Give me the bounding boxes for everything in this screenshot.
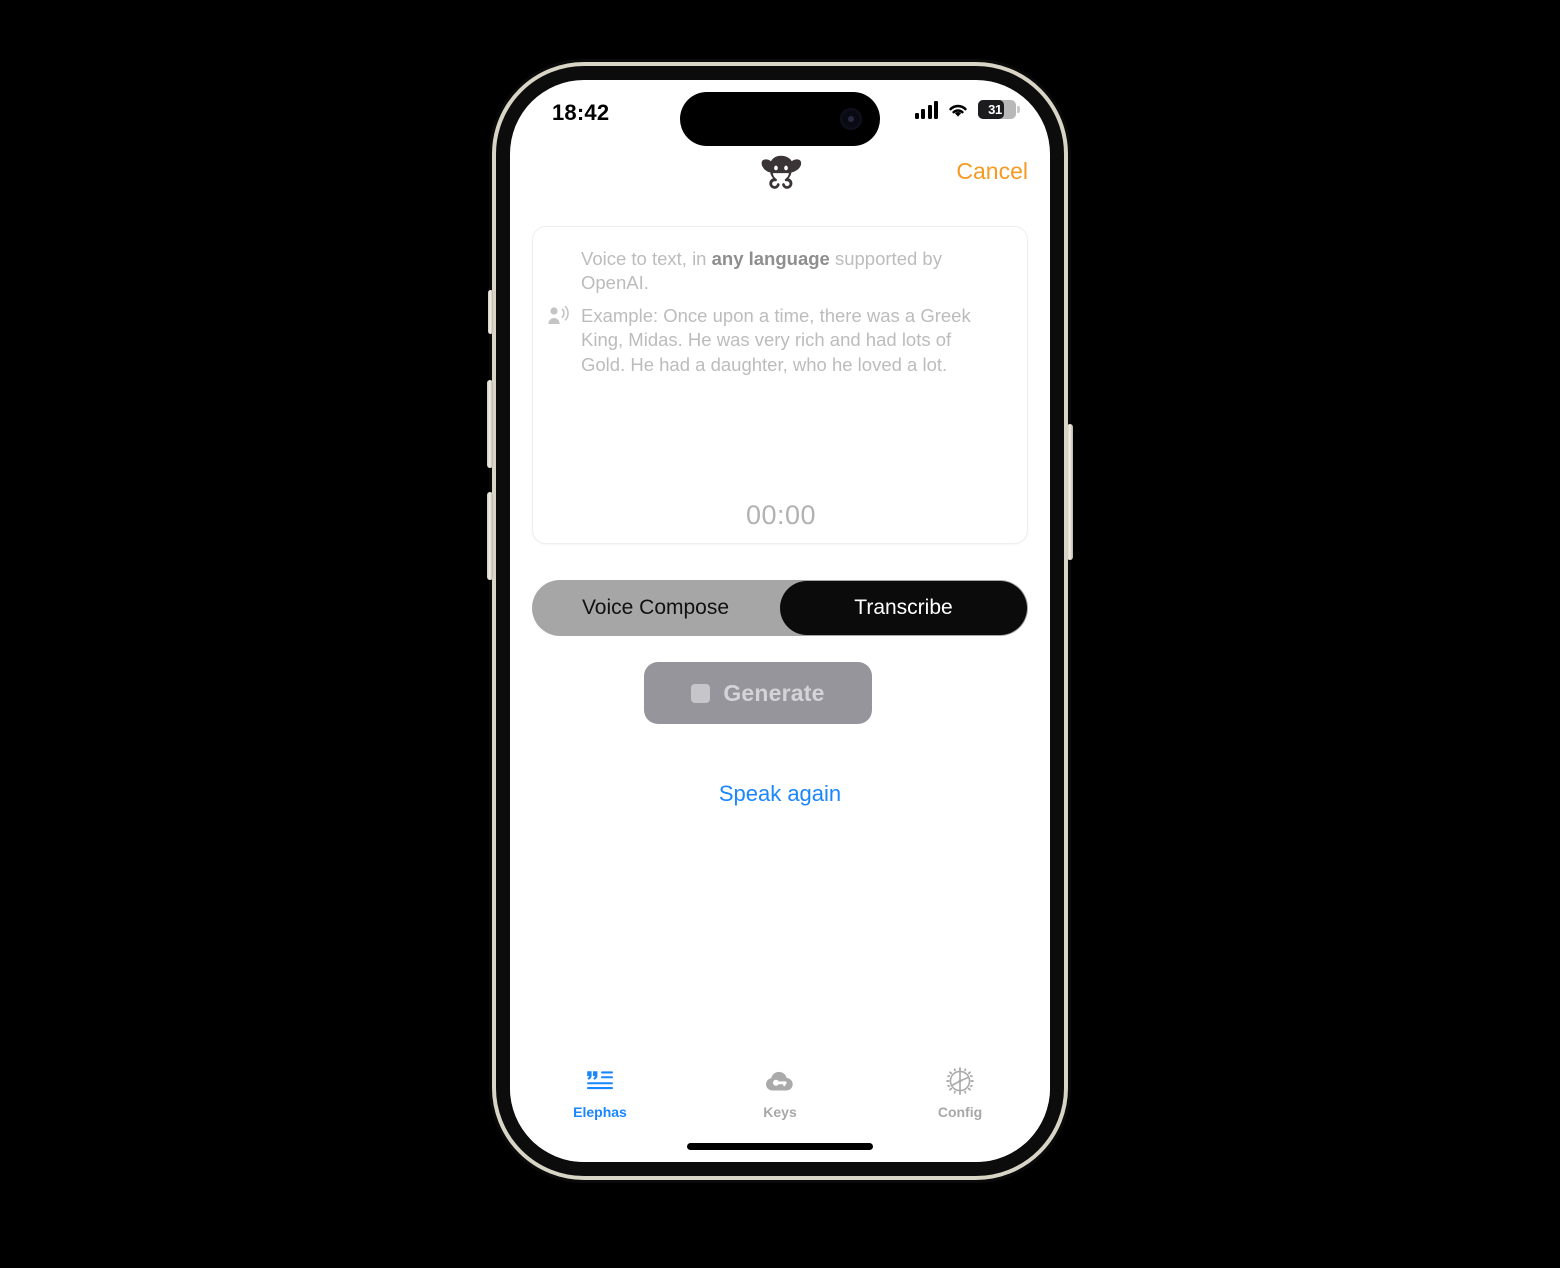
- battery-percent-label: 31: [988, 102, 1002, 117]
- cancel-button[interactable]: Cancel: [956, 158, 1028, 185]
- nav-header: Cancel: [510, 142, 1050, 208]
- battery-icon: 31: [978, 100, 1020, 119]
- placeholder-text-block: Voice to text, in any language supported…: [581, 247, 985, 377]
- phone-screen: 18:42 31 Cancel Voice to text, in any la…: [510, 80, 1050, 1162]
- transcript-card[interactable]: Voice to text, in any language supported…: [532, 226, 1028, 544]
- status-bar-indicators: 31: [914, 100, 1020, 119]
- tab-item-elephas[interactable]: Elephas: [510, 1050, 690, 1162]
- power-button[interactable]: [1067, 424, 1073, 560]
- generate-button-label: Generate: [723, 679, 825, 706]
- segment-voice-compose[interactable]: Voice Compose: [532, 580, 779, 636]
- tab-label-keys: Keys: [763, 1104, 797, 1120]
- placeholder-intro-bold: any language: [711, 248, 830, 269]
- volume-down-button[interactable]: [487, 492, 493, 580]
- camera-lens-dot: [848, 116, 854, 122]
- volume-up-button[interactable]: [487, 380, 493, 468]
- person-speaking-icon: [548, 305, 569, 324]
- placeholder-intro-prefix: Voice to text, in: [581, 248, 712, 269]
- speak-again-button[interactable]: Speak again: [510, 780, 1050, 808]
- placeholder-example: Example: Once upon a time, there was a G…: [581, 304, 971, 375]
- front-camera-icon: [840, 108, 862, 130]
- placeholder-intro: Voice to text, in any language supported…: [581, 247, 985, 296]
- generate-button[interactable]: Generate: [644, 662, 872, 724]
- dynamic-island: [680, 92, 880, 146]
- status-bar-time: 18:42: [552, 100, 610, 125]
- cloud-key-icon: [763, 1064, 797, 1098]
- tab-label-elephas: Elephas: [573, 1104, 627, 1120]
- phone-frame: 18:42 31 Cancel Voice to text, in any la…: [487, 62, 1073, 1180]
- stop-square-icon: [691, 683, 711, 703]
- wifi-icon: [949, 104, 967, 117]
- status-bar: 18:42 31: [510, 80, 1050, 146]
- tab-bar: Elephas Keys Config: [510, 1050, 1050, 1162]
- segment-transcribe[interactable]: Transcribe: [780, 581, 1027, 635]
- mode-segmented-control[interactable]: Voice Compose Transcribe: [532, 580, 1028, 636]
- tab-label-config: Config: [937, 1104, 983, 1120]
- gear-icon: [945, 1064, 975, 1098]
- text-quote-icon: [585, 1064, 615, 1098]
- record-timer: 00:00: [745, 500, 817, 530]
- silent-switch-button[interactable]: [488, 290, 493, 334]
- tab-item-config[interactable]: Config: [870, 1050, 1050, 1162]
- elephant-logo-icon: [761, 155, 802, 189]
- cellular-signal-icon: [914, 100, 938, 119]
- home-indicator[interactable]: [687, 1143, 873, 1150]
